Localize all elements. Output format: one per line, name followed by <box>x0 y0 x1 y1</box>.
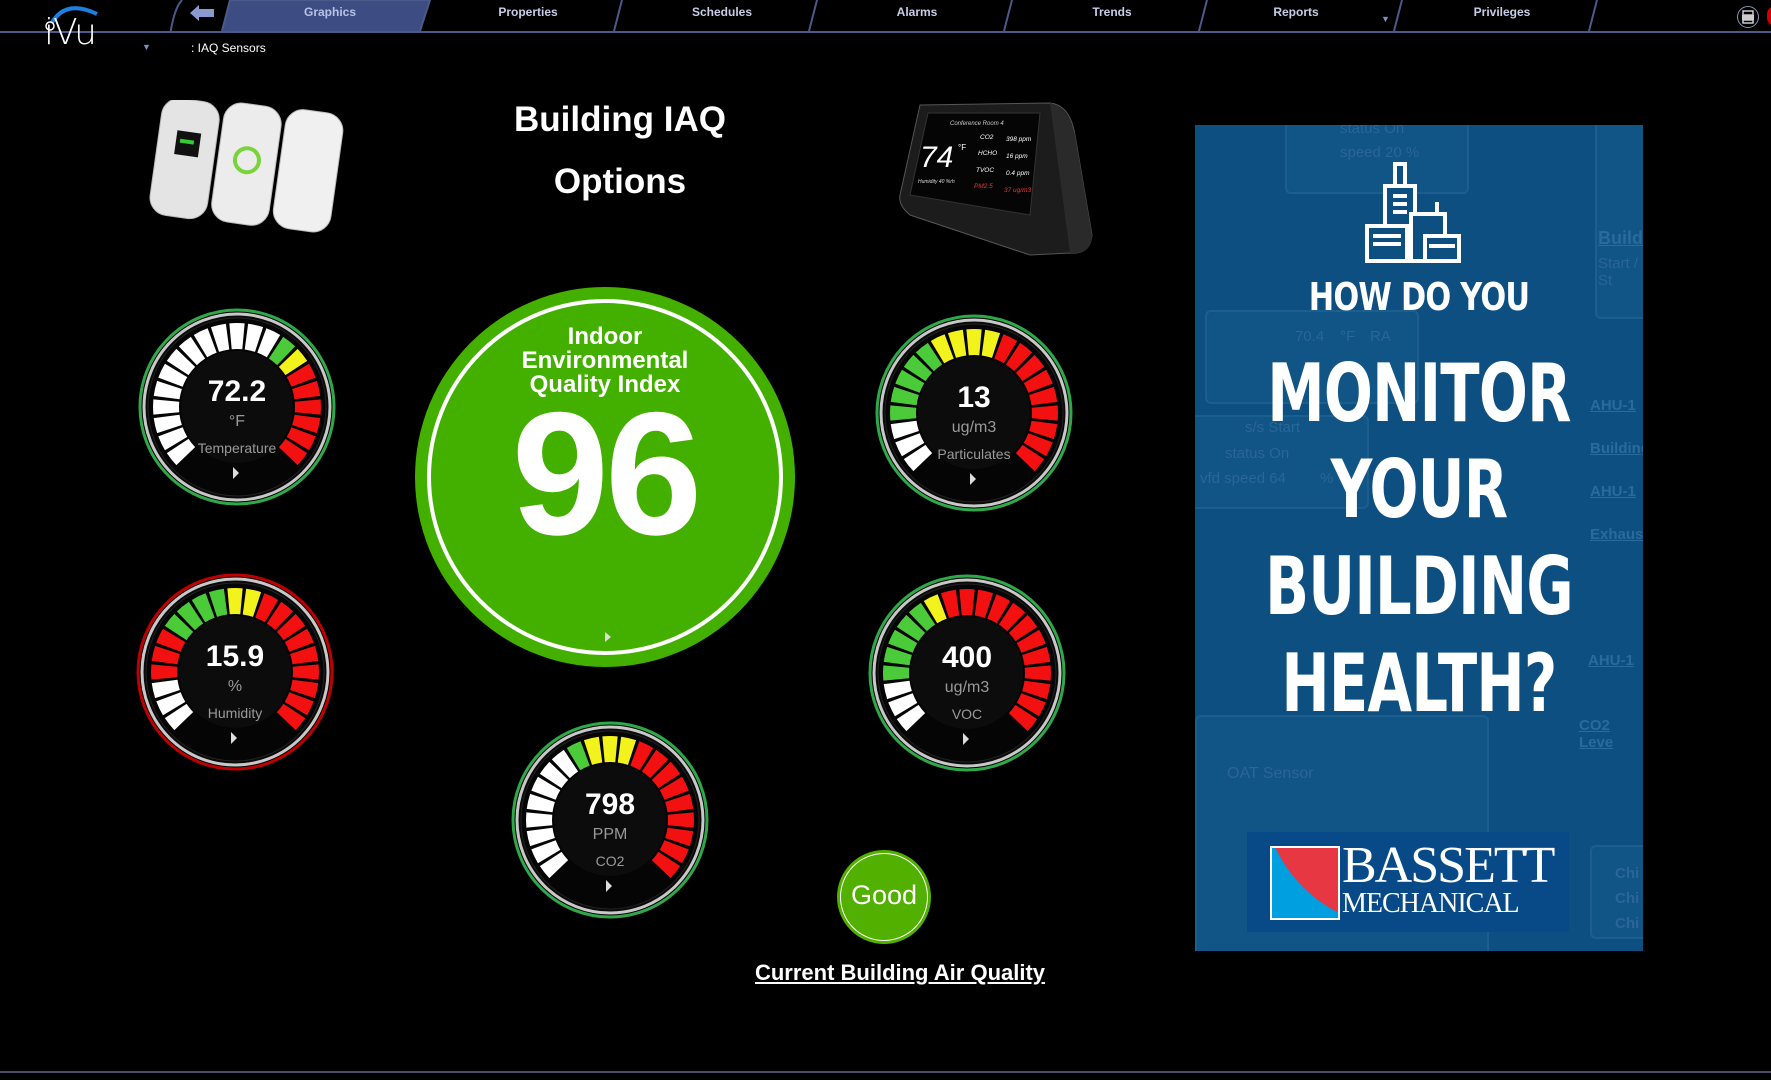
ad-headline-line4: BUILDING <box>1265 540 1573 633</box>
bottom-divider <box>0 1071 1771 1073</box>
svg-text:Humidity 40 %rh: Humidity 40 %rh <box>918 179 955 185</box>
ad-bg-text: speed 20 % <box>1340 144 1420 161</box>
page-title-line2: Options <box>553 162 687 201</box>
ad-headline-line5: HEALTH? <box>1281 637 1557 730</box>
iaq-monitor-device-image: Conference Room 4 74 °F Humidity 40 %rh … <box>899 102 1093 256</box>
ad-bg-text: Chi <box>1615 890 1640 907</box>
ivu-logo: iVu <box>44 12 97 53</box>
air-quality-status-badge[interactable]: Good <box>837 850 931 944</box>
bassett-advertisement-panel[interactable]: status On speed 20 % 70.4 °F RA s/s Star… <box>1195 125 1643 951</box>
ad-headline-line3: YOUR <box>1330 443 1509 536</box>
temperature-value: 72.2 <box>207 375 267 408</box>
status-badge-text: Good <box>850 880 918 910</box>
tab-graphics[interactable]: Graphics <box>230 0 430 31</box>
ad-bg-text: 70.4 <box>1295 328 1325 345</box>
voc-detail-arrow-icon[interactable] <box>963 733 969 745</box>
svg-text:37 ug/m3: 37 ug/m3 <box>1004 187 1031 194</box>
bassett-mechanical-logo: BASSETT MECHANICAL <box>1247 832 1569 932</box>
co2-gauge[interactable]: 798 PPM CO2 <box>510 720 710 920</box>
ad-bg-text: Chi <box>1615 915 1640 932</box>
tab-reports[interactable]: Reports <box>1196 0 1396 31</box>
svg-text:°F: °F <box>958 143 966 152</box>
temperature-unit: °F <box>228 413 246 430</box>
ad-bg-panel <box>1595 125 1643 319</box>
monitor-room-label: Conference Room 4 <box>950 121 1004 127</box>
bassett-logo-mark <box>1270 846 1340 920</box>
humidity-label: Humidity <box>207 705 263 721</box>
svg-text:398 ppm: 398 ppm <box>1006 136 1032 143</box>
humidity-value: 15.9 <box>205 640 265 673</box>
voc-label: VOC <box>951 706 983 722</box>
ad-bg-text: Start / St <box>1598 255 1639 289</box>
ad-bg-link: CO2 Leve <box>1579 717 1614 751</box>
ad-bg-link: AHU-1 <box>1588 652 1634 669</box>
page-title-line1: Building IAQ <box>514 100 726 139</box>
humidity-unit: % <box>227 678 243 695</box>
temperature-gauge-segment <box>229 323 245 350</box>
ad-bg-text: status On <box>1340 125 1405 137</box>
co2-label: CO2 <box>595 853 625 869</box>
particulates-unit: ug/m3 <box>951 419 997 436</box>
ieq-index-circle[interactable]: Indoor Environmental Quality Index 96 <box>415 287 795 667</box>
back-arrow-icon[interactable] <box>190 5 214 21</box>
buildings-icon <box>1365 162 1461 263</box>
voc-gauge[interactable]: 400 ug/m3 VOC <box>867 573 1067 773</box>
tab-trends[interactable]: Trends <box>1012 0 1212 31</box>
monitor-temp: 74 <box>920 141 953 174</box>
ieq-detail-arrow-icon[interactable] <box>605 632 611 642</box>
particulates-gauge-segment <box>966 329 982 356</box>
top-nav-bar: iVu ▼ Graphics Properties Schedules Alar… <box>0 0 1771 53</box>
print-button[interactable] <box>1737 6 1759 28</box>
iaq-sensor-devices-image <box>149 100 344 233</box>
co2-detail-arrow-icon[interactable] <box>606 880 612 892</box>
co2-unit: PPM <box>592 826 628 843</box>
humidity-gauge-segment <box>227 588 243 615</box>
voc-gauge-segment <box>959 589 975 616</box>
svg-text:TVOC: TVOC <box>976 167 994 174</box>
svg-text:16 ppm: 16 ppm <box>1006 153 1028 160</box>
ad-bg-link: AHU-1 <box>1590 483 1636 500</box>
particulates-value: 13 <box>957 381 991 414</box>
svg-text:CO2: CO2 <box>980 134 994 141</box>
temperature-detail-arrow-icon[interactable] <box>233 467 239 479</box>
particulates-detail-arrow-icon[interactable] <box>970 473 976 485</box>
bassett-brand-subtitle: MECHANICAL <box>1342 888 1520 919</box>
ad-bg-link: Exhaus <box>1590 526 1643 543</box>
printer-icon <box>1742 10 1754 24</box>
tab-privileges[interactable]: Privileges <box>1402 0 1602 31</box>
svg-text:HCHO: HCHO <box>978 150 997 157</box>
ad-bg-text: Chi <box>1615 865 1640 882</box>
particulates-label: Particulates <box>937 446 1011 462</box>
humidity-detail-arrow-icon[interactable] <box>231 732 237 744</box>
ad-bg-text: OAT Sensor <box>1227 765 1314 782</box>
ieq-index-value: 96 <box>511 377 703 572</box>
ad-headline-line2: MONITOR <box>1267 347 1571 440</box>
svg-text:0.4 ppm: 0.4 ppm <box>1006 170 1030 177</box>
humidity-gauge[interactable]: 15.9 % Humidity <box>135 572 335 772</box>
ad-bg-link: Build <box>1598 228 1643 248</box>
ad-headline-line1: HOW DO YOU <box>1308 275 1530 319</box>
bassett-brand-name: BASSETT <box>1342 837 1555 894</box>
temperature-gauge[interactable]: 72.2 °F Temperature <box>137 307 337 507</box>
tab-properties[interactable]: Properties <box>428 0 628 31</box>
particulates-gauge[interactable]: 13 ug/m3 Particulates <box>874 313 1074 513</box>
breadcrumb[interactable]: : IAQ Sensors <box>191 41 266 55</box>
tab-schedules[interactable]: Schedules <box>622 0 822 31</box>
logo-menu-dropdown-icon[interactable]: ▼ <box>142 42 151 52</box>
ad-bg-link: Building <box>1590 440 1643 457</box>
voc-value: 400 <box>941 641 993 674</box>
ad-bg-link: AHU-1 <box>1590 397 1636 414</box>
co2-gauge-segment <box>602 736 618 763</box>
ad-bg-text: °F <box>1340 328 1356 345</box>
current-building-air-quality-link[interactable]: Current Building Air Quality <box>700 960 1100 986</box>
svg-text:PM2.5: PM2.5 <box>974 183 993 190</box>
voc-unit: ug/m3 <box>944 679 990 696</box>
ad-bg-text: RA <box>1370 328 1391 345</box>
temperature-label: Temperature <box>197 440 277 456</box>
tab-alarms[interactable]: Alarms <box>817 0 1017 31</box>
reports-dropdown-icon[interactable]: ▼ <box>1381 14 1390 24</box>
co2-value: 798 <box>584 788 636 821</box>
